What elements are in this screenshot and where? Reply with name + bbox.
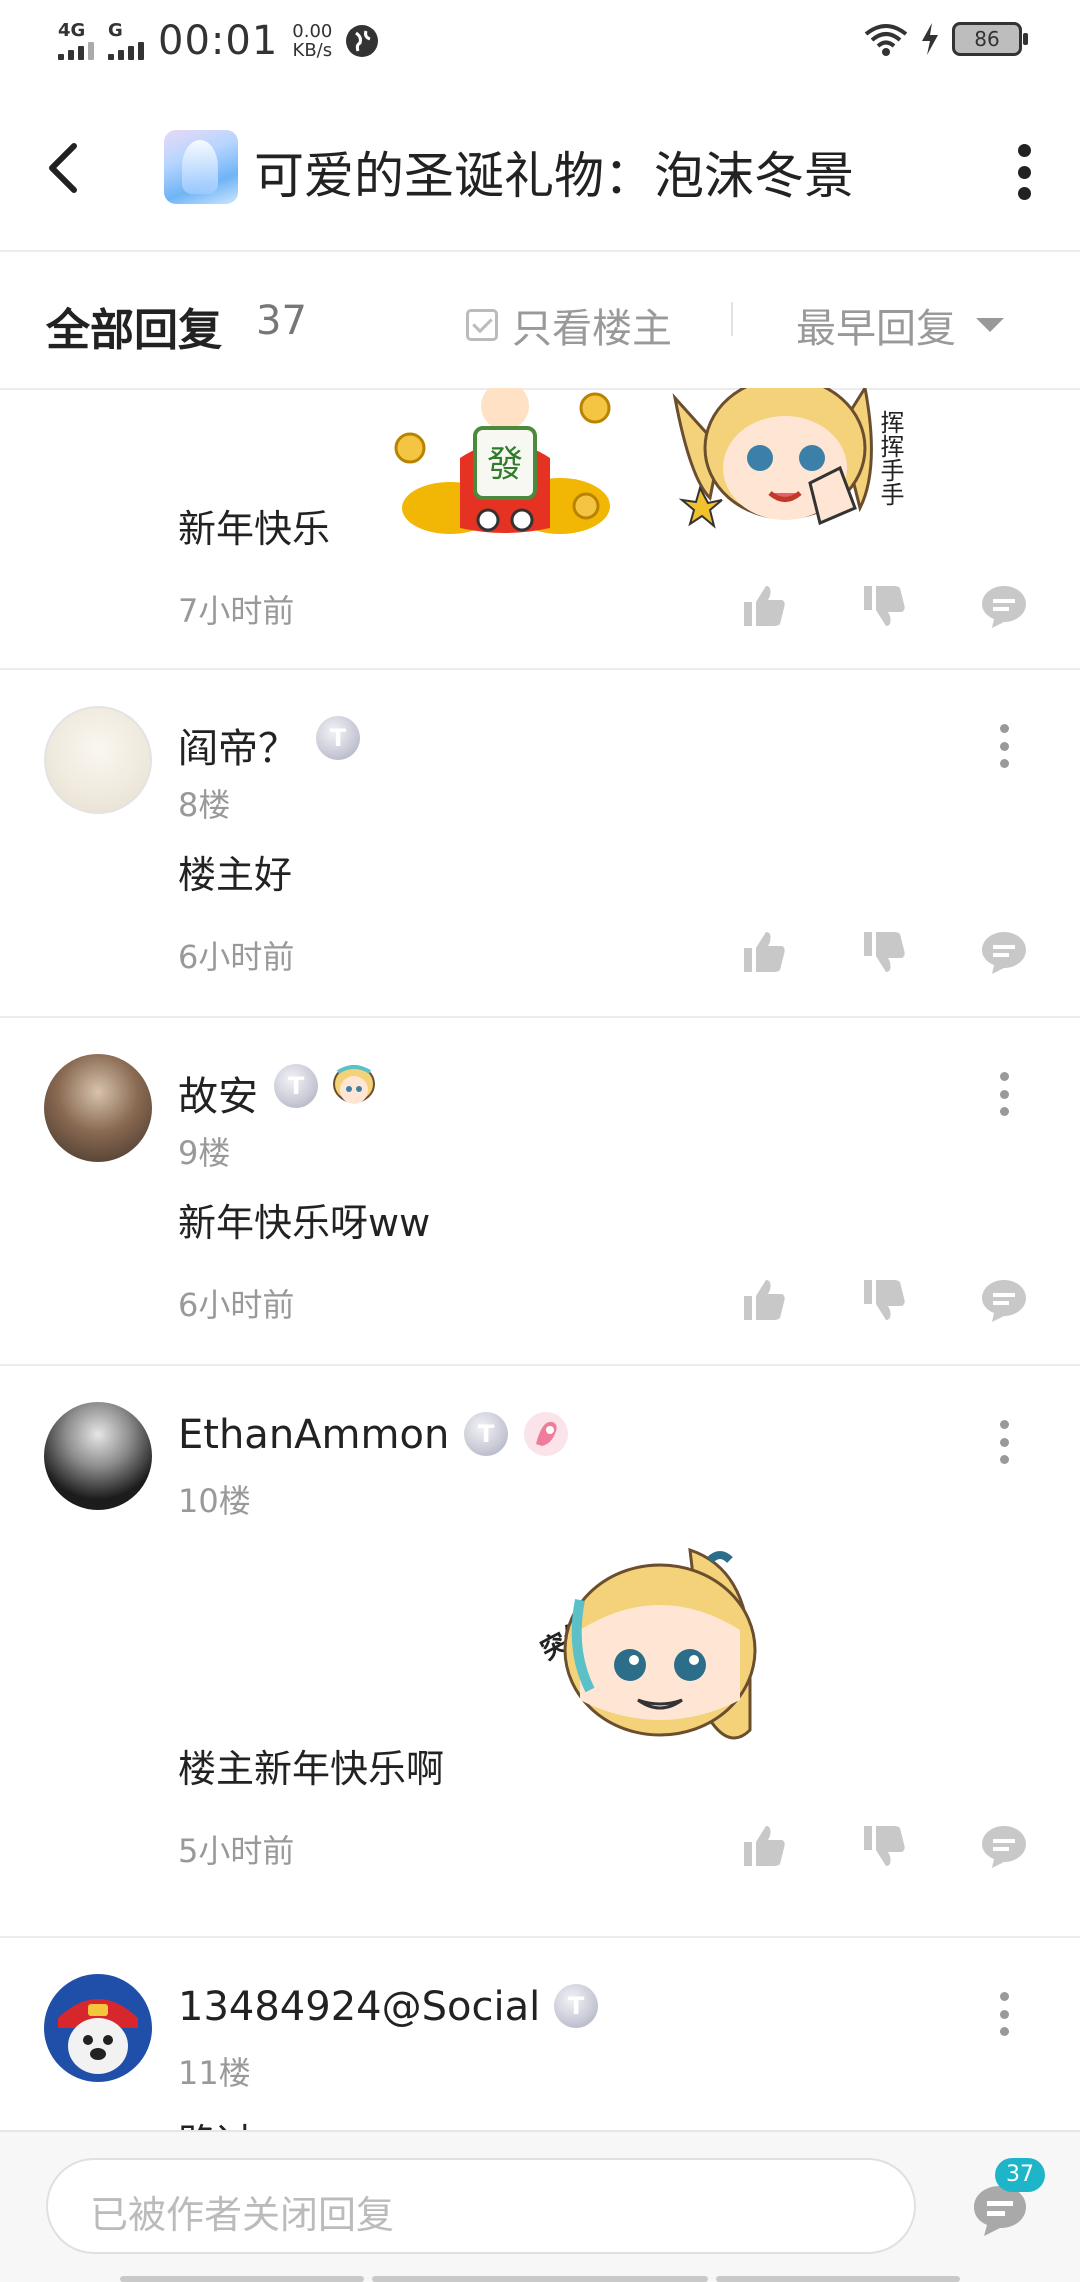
floor-number: 11楼 (178, 2054, 251, 2092)
svg-text:挥挥手手: 挥挥手手 (876, 410, 904, 506)
charging-icon (922, 23, 938, 55)
more-vertical-icon[interactable] (1014, 144, 1034, 200)
svg-text:發: 發 (487, 444, 523, 485)
reply-actions (740, 582, 1030, 632)
thumbs-up-icon[interactable] (740, 1276, 788, 1324)
network-speed: 0.00 KB/s (292, 21, 333, 61)
reply-content: 路过 (178, 2112, 254, 2130)
username[interactable]: 故安 (178, 1064, 258, 1122)
status-bar: 4G G 00:01 0.00 KB/s 86 (0, 0, 1080, 84)
thumbs-up-icon[interactable] (740, 928, 788, 976)
reply-list[interactable]: 發 挥挥手手 新年快乐 7小时前 阎帝？ T 8楼 楼主好 6小时前 故安 T … (0, 388, 1080, 2130)
floor-number: 8楼 (178, 786, 231, 824)
reply-item: 13484924@Social T 11楼 路过 (0, 1936, 1080, 2130)
bottom-reply-bar: 已被作者关闭回复 37 (0, 2130, 1080, 2282)
more-vertical-icon[interactable] (998, 1072, 1010, 1116)
reply-bubble-icon[interactable] (980, 928, 1028, 976)
waving-girl-sticker-image[interactable]: 挥挥手手 (670, 388, 930, 538)
reply-item: 發 挥挥手手 新年快乐 7小时前 (0, 388, 1080, 670)
reply-filter-bar: 全部回复 37 只看楼主 最早回复 (0, 252, 1080, 390)
reply-time: 7小时前 (178, 592, 295, 630)
signal-bars-icon (108, 40, 144, 60)
username[interactable]: 13484924@Social (178, 1984, 540, 2030)
level-badge: T (554, 1984, 598, 2028)
reply-content: 新年快乐呀ww (178, 1201, 431, 1245)
level-badge: T (274, 1064, 318, 1108)
wifi-icon (864, 24, 908, 56)
mahjong-sticker-image[interactable]: 發 (390, 388, 620, 538)
sort-dropdown[interactable]: 最早回复 (796, 296, 1004, 354)
reply-count: 37 (256, 298, 307, 344)
level-badge: T (316, 716, 360, 760)
avatar[interactable] (44, 1402, 152, 1510)
pink-emblem-icon (524, 1412, 568, 1456)
reply-input[interactable]: 已被作者关闭回复 (46, 2158, 916, 2254)
reply-item: 阎帝？ T 8楼 楼主好 6小时前 (0, 668, 1080, 1018)
floor-number: 9楼 (178, 1134, 231, 1172)
battery-icon: 86 (952, 22, 1028, 56)
reply-item: 故安 T 9楼 新年快乐呀ww 6小时前 (0, 1016, 1080, 1366)
globe-icon (346, 25, 379, 57)
avatar[interactable] (44, 1054, 152, 1162)
owner-only-label: 只看楼主 (512, 306, 672, 352)
back-arrow-icon[interactable] (42, 138, 92, 198)
forum-avatar[interactable] (164, 130, 238, 204)
thumbs-down-icon[interactable] (860, 582, 908, 630)
reply-actions (740, 928, 1030, 978)
checkbox-icon[interactable] (466, 309, 498, 341)
thumbs-down-icon[interactable] (860, 1276, 908, 1324)
nav-gesture-bar (716, 2276, 960, 2282)
username[interactable]: EthanAmmon (178, 1412, 449, 1458)
reply-actions (740, 1822, 1030, 1872)
reply-content: 楼主新年快乐啊 (178, 1747, 445, 1791)
reply-input-placeholder: 已被作者关闭回复 (90, 2193, 395, 2237)
reply-item: EthanAmmon T 10楼 突然出现! 楼主新年快乐啊 5小时前 (0, 1364, 1080, 1938)
floor-number: 10楼 (178, 1482, 251, 1520)
chevron-down-icon (976, 318, 1004, 332)
reply-time: 5小时前 (178, 1832, 295, 1870)
reply-bubble-icon[interactable] (980, 1276, 1028, 1324)
reply-bubble-icon[interactable] (980, 582, 1028, 630)
clock: 00:01 (158, 18, 279, 64)
username[interactable]: 阎帝？ (178, 716, 298, 774)
signal-g: G (108, 22, 144, 60)
owner-only-toggle[interactable]: 只看楼主 (466, 296, 672, 354)
all-replies-label: 全部回复 (46, 305, 222, 356)
nav-gesture-bar (372, 2276, 708, 2282)
more-vertical-icon[interactable] (998, 1992, 1010, 2036)
character-emblem-icon (333, 1065, 375, 1104)
page-title: 可爱的圣诞礼物：泡沫冬景 (254, 147, 854, 205)
signal-bars-icon (58, 40, 94, 60)
reply-content: 新年快乐 (178, 507, 331, 551)
reply-time: 6小时前 (178, 1286, 295, 1324)
level-badge: T (464, 1412, 508, 1456)
signal-4g: 4G (58, 22, 94, 60)
thumbs-down-icon[interactable] (860, 928, 908, 976)
reply-bubble-icon[interactable] (980, 1822, 1028, 1870)
top-nav-bar: 可爱的圣诞礼物：泡沫冬景 (0, 84, 1080, 252)
sort-label: 最早回复 (796, 306, 956, 352)
avatar[interactable] (44, 706, 152, 814)
surprise-girl-sticker-image[interactable]: 突然出现! (520, 1540, 760, 1780)
reply-content: 楼主好 (178, 853, 293, 897)
thumbs-up-icon[interactable] (740, 1822, 788, 1870)
nav-gesture-bar (120, 2276, 364, 2282)
thumbs-down-icon[interactable] (860, 1822, 908, 1870)
more-vertical-icon[interactable] (998, 724, 1010, 768)
divider (731, 302, 733, 336)
reply-time: 6小时前 (178, 938, 295, 976)
thumbs-up-icon[interactable] (740, 582, 788, 630)
more-vertical-icon[interactable] (998, 1420, 1010, 1464)
reply-actions (740, 1276, 1030, 1326)
comment-count-badge: 37 (995, 2158, 1045, 2192)
avatar[interactable] (44, 1974, 152, 2082)
